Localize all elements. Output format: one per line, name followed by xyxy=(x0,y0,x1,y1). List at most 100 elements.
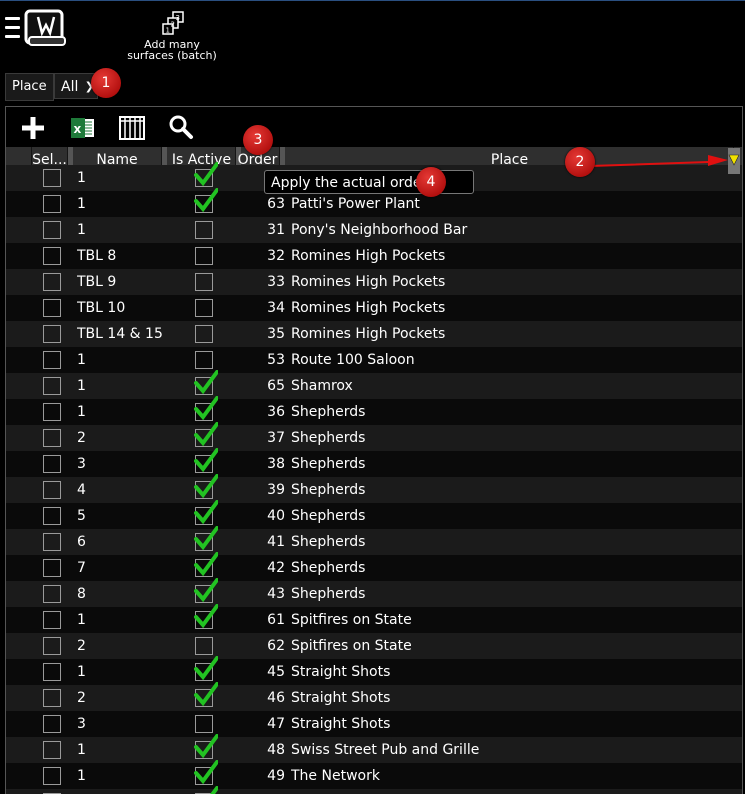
is-active-checkbox[interactable] xyxy=(194,760,218,785)
name-cell[interactable]: 2 xyxy=(77,633,165,659)
name-cell[interactable]: 5 xyxy=(77,503,165,529)
place-cell[interactable]: Shepherds xyxy=(291,581,731,607)
order-cell[interactable]: 40 xyxy=(237,503,285,529)
table-row[interactable]: 2 46 Straight Shots xyxy=(6,682,742,711)
name-cell[interactable]: 4 xyxy=(77,477,165,503)
name-cell[interactable]: 3 xyxy=(77,711,165,737)
is-active-checkbox[interactable] xyxy=(194,396,218,421)
table-row[interactable]: 7 42 Shepherds xyxy=(6,552,742,581)
order-cell[interactable]: 39 xyxy=(237,477,285,503)
name-cell[interactable]: 1 xyxy=(77,191,165,217)
place-cell[interactable]: Shepherds xyxy=(291,503,731,529)
place-cell[interactable]: Shepherds xyxy=(291,555,731,581)
name-cell[interactable]: 6 xyxy=(77,529,165,555)
is-active-checkbox[interactable] xyxy=(194,448,218,473)
is-active-checkbox[interactable] xyxy=(195,299,213,317)
table-row[interactable]: 4 39 Shepherds xyxy=(6,474,742,503)
order-cell[interactable]: 38 xyxy=(237,451,285,477)
is-active-checkbox[interactable] xyxy=(194,734,218,759)
order-cell[interactable]: 62 xyxy=(237,633,285,659)
is-active-checkbox[interactable] xyxy=(195,715,213,733)
row-select-checkbox[interactable] xyxy=(43,169,61,187)
table-row[interactable]: 6 41 Shepherds xyxy=(6,526,742,555)
order-cell[interactable]: 43 xyxy=(237,581,285,607)
row-select-checkbox[interactable] xyxy=(43,455,61,473)
order-cell[interactable]: 35 xyxy=(237,321,285,347)
is-active-checkbox[interactable] xyxy=(195,637,213,655)
order-cell[interactable]: 47 xyxy=(237,711,285,737)
row-select-checkbox[interactable] xyxy=(43,767,61,785)
order-cell[interactable]: 33 xyxy=(237,269,285,295)
table-row[interactable]: 1 36 Shepherds xyxy=(6,396,742,425)
order-cell[interactable]: 65 xyxy=(237,373,285,399)
is-active-checkbox[interactable] xyxy=(195,351,213,369)
row-select-checkbox[interactable] xyxy=(43,585,61,603)
add-many-surfaces-button[interactable]: 1 2 3 Add many surfaces (batch) xyxy=(120,9,224,61)
place-cell[interactable]: Shepherds xyxy=(291,451,731,477)
name-cell[interactable]: TBL 14 & 15 xyxy=(77,321,165,347)
columns-button[interactable] xyxy=(117,113,147,143)
row-select-checkbox[interactable] xyxy=(43,533,61,551)
row-select-checkbox[interactable] xyxy=(43,715,61,733)
table-row[interactable]: 5 40 Shepherds xyxy=(6,500,742,529)
name-cell[interactable]: 1 xyxy=(77,737,165,763)
is-active-checkbox[interactable] xyxy=(195,247,213,265)
order-cell[interactable]: 37 xyxy=(237,425,285,451)
name-cell[interactable]: 1 xyxy=(77,399,165,425)
is-active-checkbox[interactable] xyxy=(195,325,213,343)
row-select-checkbox[interactable] xyxy=(43,481,61,499)
name-cell[interactable]: 1 xyxy=(77,763,165,789)
order-cell[interactable]: 48 xyxy=(237,737,285,763)
is-active-checkbox[interactable] xyxy=(194,370,218,395)
name-cell[interactable]: 1 xyxy=(77,217,165,243)
table-row[interactable]: 1 45 Straight Shots xyxy=(6,656,742,685)
name-cell[interactable]: 8 xyxy=(77,581,165,607)
row-select-checkbox[interactable] xyxy=(43,351,61,369)
place-cell[interactable]: Shepherds xyxy=(291,477,731,503)
row-select-checkbox[interactable] xyxy=(43,195,61,213)
place-cell[interactable]: Spitfires on State xyxy=(291,633,731,659)
order-cell[interactable]: 34 xyxy=(237,295,285,321)
row-select-checkbox[interactable] xyxy=(43,611,61,629)
row-select-checkbox[interactable] xyxy=(43,559,61,577)
table-row[interactable]: TBL 10 34 Romines High Pockets xyxy=(6,295,742,321)
name-cell[interactable]: 1 xyxy=(77,607,165,633)
place-cell[interactable]: Shepherds xyxy=(291,425,731,451)
name-cell[interactable]: TBL 10 xyxy=(77,295,165,321)
row-select-checkbox[interactable] xyxy=(43,247,61,265)
name-cell[interactable]: 1 xyxy=(77,165,165,191)
row-select-checkbox[interactable] xyxy=(43,507,61,525)
table-row[interactable]: 3 38 Shepherds xyxy=(6,448,742,477)
place-cell[interactable]: Straight Shots xyxy=(291,685,731,711)
table-row[interactable]: 1 65 Shamrox xyxy=(6,370,742,399)
is-active-checkbox[interactable] xyxy=(194,188,218,213)
is-active-checkbox[interactable] xyxy=(194,162,218,187)
order-cell[interactable]: 32 xyxy=(237,243,285,269)
table-row[interactable]: 3 47 Straight Shots xyxy=(6,711,742,737)
order-cell[interactable]: 42 xyxy=(237,555,285,581)
place-cell[interactable]: Spitfires on State xyxy=(291,607,731,633)
order-cell[interactable]: 31 xyxy=(237,217,285,243)
name-cell[interactable]: 2 xyxy=(77,685,165,711)
row-select-checkbox[interactable] xyxy=(43,221,61,239)
row-select-checkbox[interactable] xyxy=(43,429,61,447)
place-column-filter-button[interactable] xyxy=(728,148,740,174)
row-select-checkbox[interactable] xyxy=(43,689,61,707)
place-cell[interactable]: Route 100 Saloon xyxy=(291,347,731,373)
is-active-checkbox[interactable] xyxy=(194,474,218,499)
menu-icon[interactable] xyxy=(5,17,20,44)
place-cell[interactable]: Pony's Neighborhood Bar xyxy=(291,217,731,243)
order-cell[interactable]: 45 xyxy=(237,659,285,685)
table-row[interactable]: 2 37 Shepherds xyxy=(6,422,742,451)
is-active-checkbox[interactable] xyxy=(194,682,218,707)
table-row[interactable]: 1 48 Swiss Street Pub and Grille xyxy=(6,734,742,763)
row-select-checkbox[interactable] xyxy=(43,377,61,395)
name-cell[interactable]: 7 xyxy=(77,555,165,581)
order-cell[interactable]: 36 xyxy=(237,399,285,425)
is-active-checkbox[interactable] xyxy=(194,500,218,525)
is-active-checkbox[interactable] xyxy=(194,578,218,603)
name-cell[interactable]: 1 xyxy=(77,373,165,399)
place-cell[interactable]: Shepherds xyxy=(291,399,731,425)
table-row[interactable]: TBL 9 33 Romines High Pockets xyxy=(6,269,742,295)
table-row[interactable]: TBL 8 32 Romines High Pockets xyxy=(6,243,742,269)
